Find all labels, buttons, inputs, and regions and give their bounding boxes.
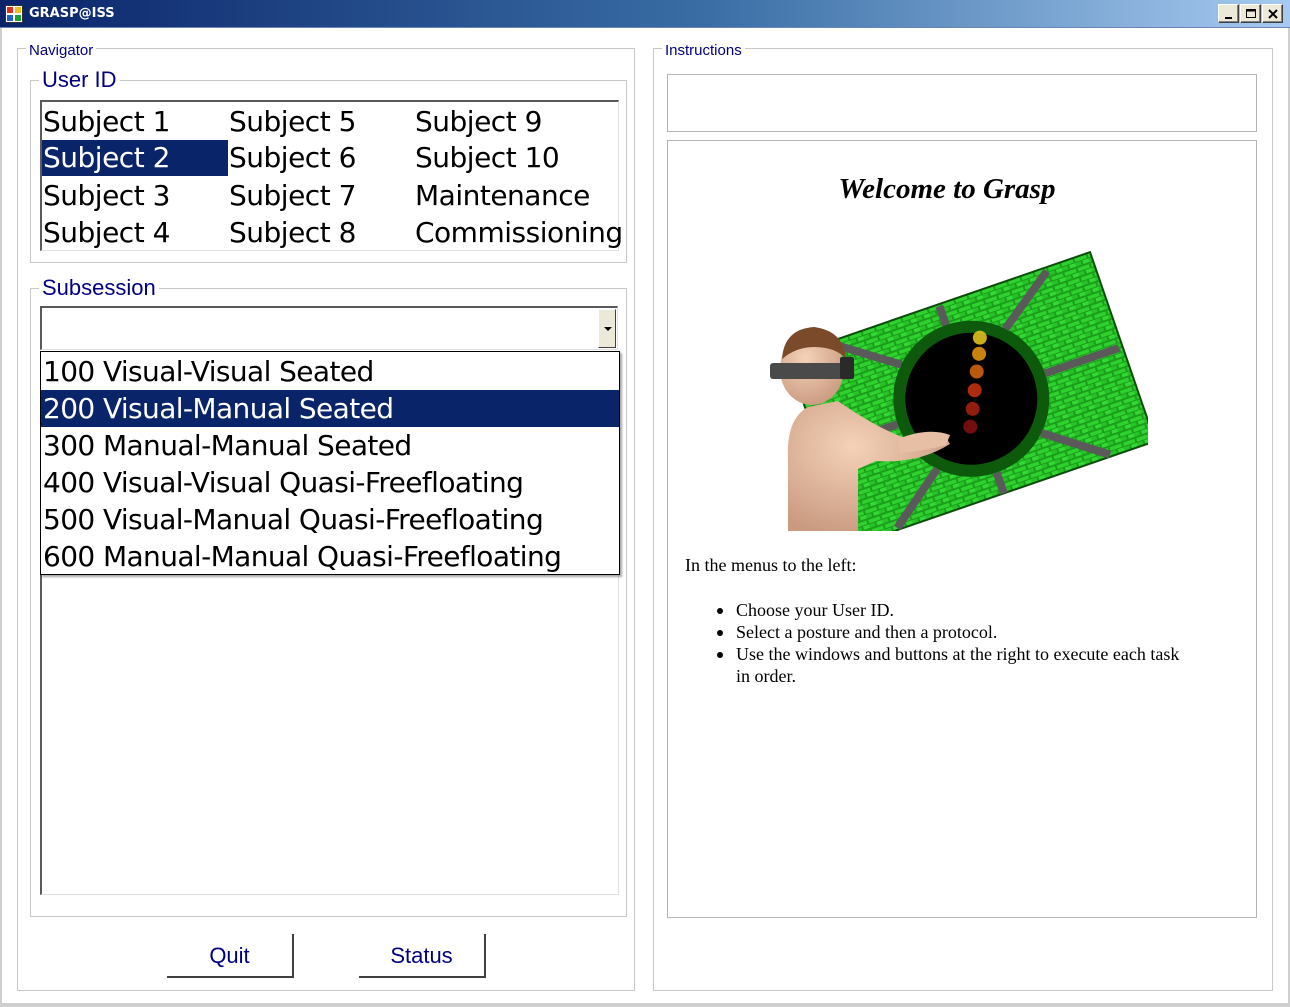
subsession-combo[interactable] bbox=[40, 306, 618, 350]
list-item: Choose your User ID. bbox=[715, 599, 1195, 621]
list-item: Select a posture and then a protocol. bbox=[715, 621, 1195, 643]
subsession-label: Subsession bbox=[39, 275, 159, 301]
subsession-dropdown-list[interactable]: 100 Visual-Visual Seated 200 Visual-Manu… bbox=[40, 351, 620, 575]
dropdown-option-500[interactable]: 500 Visual-Manual Quasi-Freefloating bbox=[41, 501, 619, 538]
list-item-subject-9[interactable]: Subject 9 bbox=[414, 104, 614, 140]
grasp-illustration bbox=[770, 250, 1148, 531]
instructions-steps: Choose your User ID. Select a posture an… bbox=[715, 599, 1195, 687]
list-item-subject-4[interactable]: Subject 4 bbox=[42, 215, 228, 251]
list-item-subject-3[interactable]: Subject 3 bbox=[42, 178, 228, 214]
list-item-subject-10[interactable]: Subject 10 bbox=[414, 140, 614, 176]
user-id-list[interactable]: Subject 1 Subject 2 Subject 3 Subject 4 … bbox=[40, 100, 623, 251]
dropdown-option-200[interactable]: 200 Visual-Manual Seated bbox=[41, 390, 619, 427]
minimize-button[interactable] bbox=[1218, 4, 1239, 23]
list-item-subject-6[interactable]: Subject 6 bbox=[228, 140, 414, 176]
dropdown-option-300[interactable]: 300 Manual-Manual Seated bbox=[41, 427, 619, 464]
dropdown-option-600[interactable]: 600 Manual-Manual Quasi-Freefloating bbox=[41, 538, 619, 575]
list-item-maintenance[interactable]: Maintenance bbox=[414, 178, 614, 214]
instructions-intro: In the menus to the left: bbox=[685, 555, 857, 575]
instructions-status-panel bbox=[667, 74, 1257, 132]
list-item-subject-2[interactable]: Subject 2 bbox=[42, 140, 228, 176]
title-bar: GRASP@ISS bbox=[0, 0, 1290, 28]
quit-button[interactable]: Quit bbox=[167, 934, 294, 978]
list-item-subject-7[interactable]: Subject 7 bbox=[228, 178, 414, 214]
list-item-subject-8[interactable]: Subject 8 bbox=[228, 215, 414, 251]
window-title: GRASP@ISS bbox=[29, 6, 115, 21]
instructions-panel: Welcome to Grasp In the menus to the lef… bbox=[667, 140, 1257, 918]
welcome-heading: Welcome to Grasp bbox=[838, 173, 1056, 205]
dropdown-option-100[interactable]: 100 Visual-Visual Seated bbox=[41, 353, 619, 390]
maximize-icon bbox=[1246, 9, 1256, 18]
dropdown-arrow-button[interactable] bbox=[598, 309, 616, 348]
status-button[interactable]: Status bbox=[359, 934, 486, 978]
list-item: Use the windows and buttons at the right… bbox=[715, 643, 1195, 687]
maximize-button[interactable] bbox=[1240, 4, 1261, 23]
instructions-label: Instructions bbox=[662, 42, 745, 59]
list-item-commissioning[interactable]: Commissioning bbox=[414, 215, 623, 251]
app-icon bbox=[5, 5, 23, 23]
chevron-down-icon bbox=[604, 327, 612, 331]
dropdown-option-400[interactable]: 400 Visual-Visual Quasi-Freefloating bbox=[41, 464, 619, 501]
minimize-icon bbox=[1225, 17, 1232, 19]
list-item-subject-5[interactable]: Subject 5 bbox=[228, 104, 414, 140]
close-icon bbox=[1268, 9, 1278, 19]
navigator-label: Navigator bbox=[26, 42, 97, 59]
close-button[interactable] bbox=[1262, 4, 1283, 23]
list-item-subject-1[interactable]: Subject 1 bbox=[42, 104, 228, 140]
user-id-label: User ID bbox=[39, 67, 120, 93]
